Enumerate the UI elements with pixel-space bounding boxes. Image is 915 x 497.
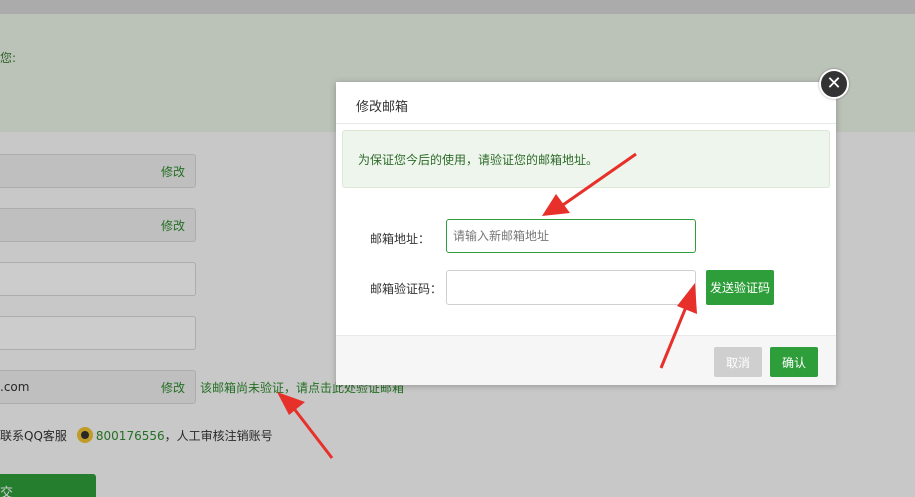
- verification-code-input[interactable]: [446, 270, 696, 305]
- confirm-button[interactable]: 确认: [770, 347, 818, 377]
- change-email-dialog: 修改邮箱 ✕ 为保证您今后的使用，请验证您的邮箱地址。 邮箱地址： 邮箱验证码：…: [336, 69, 849, 385]
- new-email-input[interactable]: [446, 219, 696, 253]
- send-code-button[interactable]: 发送验证码: [706, 270, 774, 305]
- dialog-footer: 取消 确认: [336, 335, 836, 385]
- code-label: 邮箱验证码：: [370, 282, 443, 296]
- email-label: 邮箱地址：: [370, 232, 431, 246]
- cancel-button[interactable]: 取消: [714, 347, 762, 377]
- dialog-header: 修改邮箱: [336, 82, 836, 124]
- alert-text: 为保证您今后的使用，请验证您的邮箱地址。: [358, 153, 599, 167]
- verify-alert: 为保证您今后的使用，请验证您的邮箱地址。: [342, 130, 830, 188]
- dialog-title: 修改邮箱: [356, 100, 409, 115]
- close-icon[interactable]: ✕: [819, 69, 849, 99]
